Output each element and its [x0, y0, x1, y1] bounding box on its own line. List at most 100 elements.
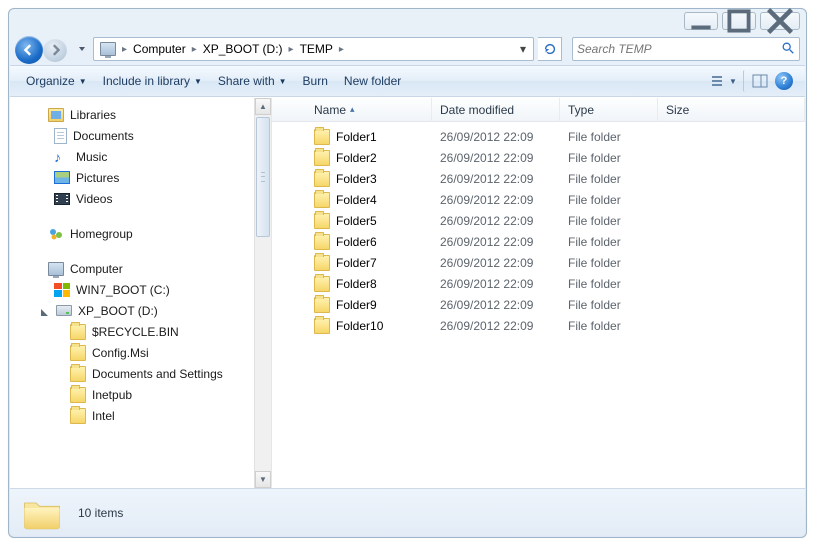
nav-label: Inetpub	[92, 388, 132, 402]
windows-drive-icon	[54, 283, 70, 297]
organize-button[interactable]: Organize▼	[18, 70, 95, 92]
nav-folder[interactable]: Config.Msi	[10, 342, 271, 363]
share-label: Share with	[218, 74, 275, 88]
nav-pictures[interactable]: Pictures	[10, 167, 271, 188]
address-bar[interactable]: ▸ Computer ▸ XP_BOOT (D:) ▸ TEMP ▸ ▾	[93, 37, 534, 61]
file-date: 26/09/2012 22:09	[432, 235, 560, 249]
drive-icon	[56, 305, 72, 316]
nav-libraries[interactable]: Libraries	[10, 104, 271, 125]
forward-button[interactable]	[43, 38, 67, 62]
file-name: Folder10	[336, 319, 383, 333]
file-list: Folder126/09/2012 22:09File folderFolder…	[272, 122, 805, 488]
column-name[interactable]: Name▴	[272, 98, 432, 122]
nav-homegroup[interactable]: Homegroup	[10, 223, 271, 244]
scroll-down-button[interactable]: ▼	[255, 471, 271, 488]
refresh-button[interactable]	[538, 37, 562, 61]
include-in-library-button[interactable]: Include in library▼	[95, 70, 210, 92]
share-with-button[interactable]: Share with▼	[210, 70, 295, 92]
maximize-button[interactable]	[722, 12, 756, 30]
file-name: Folder4	[336, 193, 377, 207]
nav-history-dropdown[interactable]	[75, 36, 89, 62]
file-type: File folder	[560, 214, 658, 228]
homegroup-icon	[48, 226, 64, 242]
column-type[interactable]: Type	[560, 98, 658, 122]
nav-computer[interactable]: Computer	[10, 258, 271, 279]
nav-drive-c[interactable]: WIN7_BOOT (C:)	[10, 279, 271, 300]
file-row[interactable]: Folder726/09/2012 22:09File folder	[272, 252, 805, 273]
address-dropdown[interactable]: ▾	[515, 42, 531, 56]
document-icon	[54, 128, 67, 144]
file-row[interactable]: Folder126/09/2012 22:09File folder	[272, 126, 805, 147]
nav-documents[interactable]: Documents	[10, 125, 271, 146]
collapse-icon[interactable]	[40, 306, 50, 316]
folder-icon	[314, 297, 330, 313]
search-box[interactable]	[572, 37, 800, 61]
file-type: File folder	[560, 151, 658, 165]
preview-pane-button[interactable]	[743, 70, 769, 92]
nav-folder[interactable]: Inetpub	[10, 384, 271, 405]
folder-icon	[70, 324, 86, 340]
scroll-thumb[interactable]	[256, 117, 270, 237]
column-date[interactable]: Date modified	[432, 98, 560, 122]
minimize-button[interactable]	[684, 12, 718, 30]
nav-label: Computer	[70, 262, 123, 276]
file-row[interactable]: Folder1026/09/2012 22:09File folder	[272, 315, 805, 336]
expand-icon	[32, 110, 42, 120]
folder-icon	[314, 276, 330, 292]
file-name: Folder5	[336, 214, 377, 228]
address-root-icon[interactable]	[96, 38, 120, 60]
file-row[interactable]: Folder826/09/2012 22:09File folder	[272, 273, 805, 294]
breadcrumb-segment[interactable]: TEMP	[296, 38, 337, 60]
folder-icon	[314, 213, 330, 229]
file-date: 26/09/2012 22:09	[432, 151, 560, 165]
scroll-track[interactable]	[255, 115, 271, 471]
breadcrumb-segment[interactable]: XP_BOOT (D:)	[199, 38, 287, 60]
chevron-right-icon[interactable]: ▸	[287, 44, 296, 55]
burn-button[interactable]: Burn	[295, 70, 336, 92]
nav-scrollbar[interactable]: ▲ ▼	[254, 98, 271, 488]
folder-icon	[314, 234, 330, 250]
breadcrumb-segment[interactable]: Computer	[129, 38, 190, 60]
nav-label: Libraries	[70, 108, 116, 122]
chevron-right-icon[interactable]: ▸	[190, 44, 199, 55]
file-row[interactable]: Folder5 26/09/2012 22:09File folder	[272, 210, 805, 231]
nav-folder[interactable]: $RECYCLE.BIN	[10, 321, 271, 342]
file-date: 26/09/2012 22:09	[432, 214, 560, 228]
libraries-icon	[48, 108, 64, 122]
help-button[interactable]: ?	[771, 70, 797, 92]
file-date: 26/09/2012 22:09	[432, 172, 560, 186]
nav-label: WIN7_BOOT (C:)	[76, 283, 170, 297]
file-row[interactable]: Folder226/09/2012 22:09File folder	[272, 147, 805, 168]
file-row[interactable]: Folder426/09/2012 22:09File folder	[272, 189, 805, 210]
column-label: Name	[314, 103, 346, 117]
status-count: 10 items	[78, 506, 123, 520]
view-options-button[interactable]: ▼	[711, 70, 737, 92]
file-type: File folder	[560, 256, 658, 270]
folder-icon	[70, 387, 86, 403]
scroll-up-button[interactable]: ▲	[255, 98, 271, 115]
new-folder-button[interactable]: New folder	[336, 70, 409, 92]
file-row[interactable]: Folder326/09/2012 22:09File folder	[272, 168, 805, 189]
file-type: File folder	[560, 277, 658, 291]
nav-videos[interactable]: Videos	[10, 188, 271, 209]
pictures-icon	[54, 171, 70, 184]
nav-music[interactable]: ♪Music	[10, 146, 271, 167]
back-button[interactable]	[15, 36, 43, 64]
file-row[interactable]: Folder626/09/2012 22:09File folder	[272, 231, 805, 252]
nav-label: Homegroup	[70, 227, 133, 241]
help-icon: ?	[775, 72, 793, 90]
close-button[interactable]	[760, 12, 800, 30]
chevron-right-icon[interactable]: ▸	[120, 44, 129, 55]
chevron-right-icon[interactable]: ▸	[337, 44, 346, 55]
nav-folder[interactable]: Intel	[10, 405, 271, 426]
column-size[interactable]: Size	[658, 98, 805, 122]
list-pane: Name▴ Date modified Type Size Folder126/…	[272, 98, 805, 488]
folder-icon	[314, 318, 330, 334]
nav-drive-d[interactable]: XP_BOOT (D:)	[10, 300, 271, 321]
search-input[interactable]	[577, 42, 781, 56]
file-type: File folder	[560, 172, 658, 186]
folder-icon	[314, 129, 330, 145]
nav-folder[interactable]: Documents and Settings	[10, 363, 271, 384]
file-row[interactable]: Folder926/09/2012 22:09File folder	[272, 294, 805, 315]
nav-label: XP_BOOT (D:)	[78, 304, 158, 318]
